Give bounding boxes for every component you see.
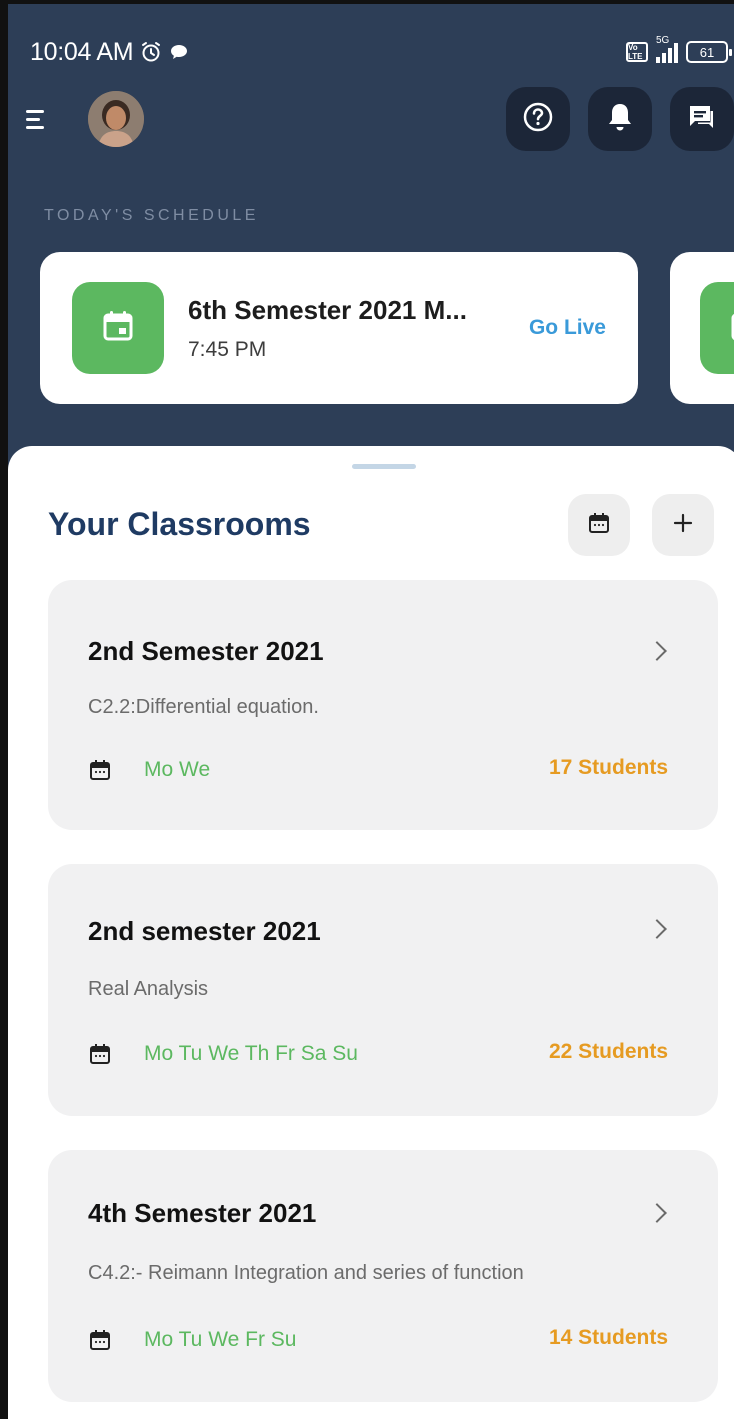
classroom-subject: C2.2:Differential equation. (88, 696, 319, 718)
classroom-days: Mo Tu We Fr Su (144, 1328, 297, 1351)
classroom-card[interactable]: 2nd Semester 2021 C2.2:Differential equa… (48, 580, 718, 830)
calendar-icon (728, 308, 734, 349)
calendar-icon (88, 1042, 112, 1071)
calendar-icon (100, 308, 136, 349)
student-count: 22 Students (548, 1040, 668, 1063)
classroom-days: Mo We (144, 758, 211, 781)
help-button[interactable] (506, 87, 570, 151)
avatar[interactable] (88, 91, 144, 147)
battery-icon: 61 (686, 41, 732, 63)
header: 10:04 AM Vo LTE 5G 61 TODAY'S SCHEDULE 6… (8, 4, 734, 474)
chat-icon (686, 101, 718, 138)
schedule-calendar-tile (72, 282, 164, 374)
signal-icon: 5G (656, 35, 678, 63)
bell-icon (605, 101, 635, 138)
menu-icon[interactable] (26, 103, 58, 135)
classrooms-sheet: Your Classrooms 2nd Semester 2021 C2.2:D… (8, 446, 734, 1419)
alarm-icon (139, 40, 163, 64)
student-count: 17 Students (548, 756, 668, 779)
classroom-subject: Real Analysis (88, 978, 209, 1000)
message-notification-icon (169, 42, 189, 62)
add-classroom-button[interactable] (652, 494, 714, 556)
classroom-name: 2nd Semester 2021 (88, 636, 324, 666)
sheet-grab-handle[interactable] (352, 464, 416, 469)
schedule-card-next[interactable] (670, 252, 734, 404)
notifications-button[interactable] (588, 87, 652, 151)
status-bar: 10:04 AM Vo LTE 5G 61 (30, 34, 732, 70)
schedule-label: TODAY'S SCHEDULE (44, 207, 259, 224)
schedule-time: 7:45 PM (188, 337, 267, 361)
section-title: Your Classrooms (48, 506, 311, 542)
classroom-days: Mo Tu We Th Fr Sa Su (144, 1042, 358, 1065)
volte-icon: Vo LTE (626, 42, 648, 62)
schedule-text: 6th Semester 2021 M... 7:45 PM (188, 295, 467, 362)
plus-icon (671, 511, 695, 540)
top-bar (22, 84, 734, 154)
calendar-button[interactable] (568, 494, 630, 556)
classroom-card[interactable]: 2nd semester 2021 Real Analysis Mo Tu We… (48, 864, 718, 1116)
schedule-card[interactable]: 6th Semester 2021 M... 7:45 PM Go Live (40, 252, 638, 404)
classroom-subject: C4.2:- Reimann Integration and series of… (88, 1262, 524, 1284)
go-live-button[interactable]: Go Live (529, 316, 606, 340)
calendar-icon (587, 511, 611, 540)
schedule-calendar-tile (700, 282, 734, 374)
status-time: 10:04 AM (30, 37, 134, 66)
chevron-right-icon (647, 1203, 667, 1223)
chevron-right-icon (647, 641, 667, 661)
student-count: 14 Students (548, 1326, 668, 1349)
top-actions (506, 87, 734, 151)
classroom-name: 2nd semester 2021 (88, 916, 321, 946)
classroom-card[interactable]: 4th Semester 2021 C4.2:- Reimann Integra… (48, 1150, 718, 1402)
calendar-icon (88, 1328, 112, 1357)
schedule-title: 6th Semester 2021 M... (188, 294, 467, 325)
chat-button[interactable] (670, 87, 734, 151)
calendar-icon (88, 758, 112, 787)
status-icons: Vo LTE 5G 61 (626, 35, 732, 63)
app-screen: 10:04 AM Vo LTE 5G 61 TODAY'S SCHEDULE 6… (0, 0, 734, 1419)
network-type-label: 5G (656, 35, 670, 46)
help-icon (521, 100, 555, 139)
classroom-name: 4th Semester 2021 (88, 1198, 317, 1228)
chevron-right-icon (647, 919, 667, 939)
